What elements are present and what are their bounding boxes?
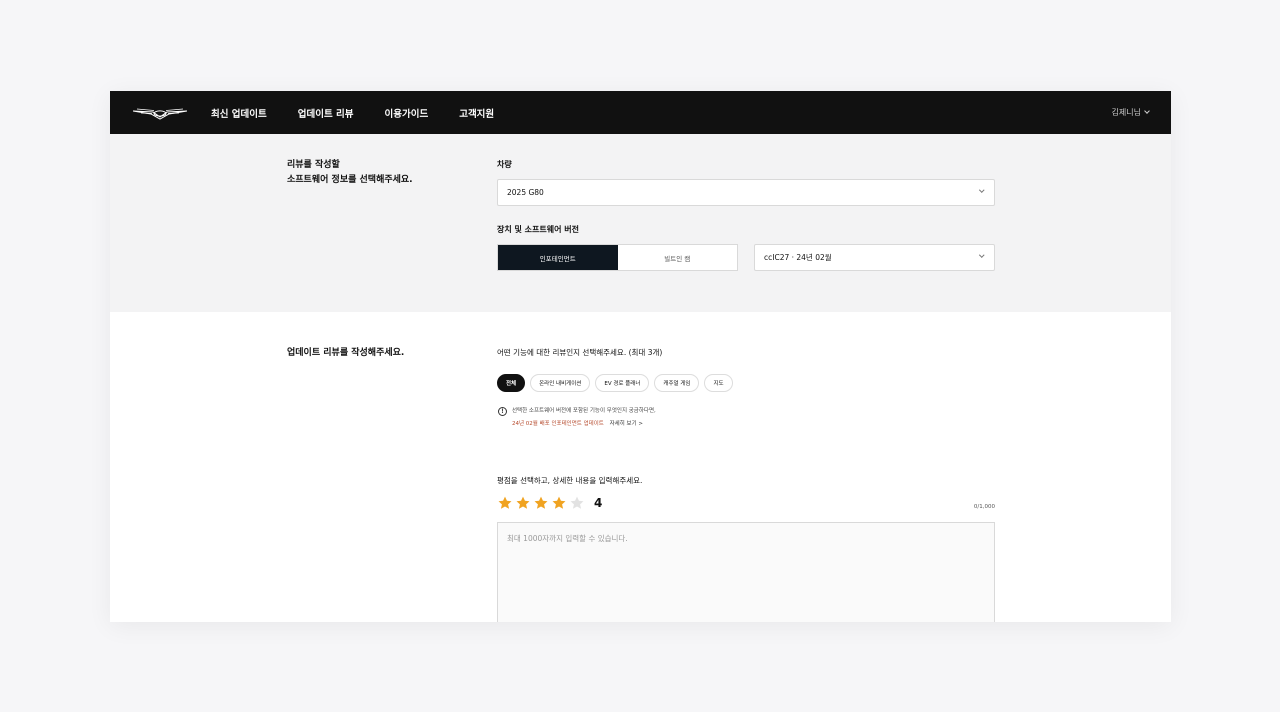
info-icon: ! xyxy=(498,407,507,416)
nav-item-user-guide[interactable]: 이용가이드 xyxy=(385,106,429,120)
software-version-value: ccIC27 · 24년 02월 xyxy=(764,253,832,262)
feature-chip-group: 전체 온라인 내비게이션 EV 경로 플래너 캐주얼 게임 지도 xyxy=(497,374,733,392)
user-menu[interactable]: 김제니님 xyxy=(1111,91,1150,134)
chip-online-navigation[interactable]: 온라인 내비게이션 xyxy=(530,374,591,392)
genesis-logo-icon[interactable] xyxy=(133,106,187,120)
software-section-title: 리뷰를 작성할 소프트웨어 정보를 선택해주세요. xyxy=(287,160,413,185)
chevron-down-icon xyxy=(978,187,984,193)
device-label: 장치 및 소프트웨어 버전 xyxy=(497,225,579,234)
nav-item-update-reviews[interactable]: 업데이트 리뷰 xyxy=(298,106,354,120)
info-text: 선택한 소프트웨어 버전에 포함된 기능이 무엇인지 궁금하다면, xyxy=(512,408,656,414)
star-icon[interactable] xyxy=(569,495,585,511)
nav-item-latest-updates[interactable]: 최신 업데이트 xyxy=(211,106,267,120)
star-icon[interactable] xyxy=(515,495,531,511)
view-details-link[interactable]: 자세히 보기 > xyxy=(610,421,643,427)
chip-casual-game[interactable]: 캐주얼 게임 xyxy=(654,374,700,392)
chevron-down-icon xyxy=(978,252,984,258)
top-nav: 최신 업데이트 업데이트 리뷰 이용가이드 고객지원 김제니님 xyxy=(110,91,1171,134)
rating-prompt: 평점을 선택하고, 상세한 내용을 입력해주세요. xyxy=(497,476,643,485)
nav-item-support[interactable]: 고객지원 xyxy=(459,106,494,120)
feature-info-notice: ! 선택한 소프트웨어 버전에 포함된 기능이 무엇인지 궁금하다면, 24년 … xyxy=(498,405,656,431)
review-textarea[interactable]: 최대 1000자까지 입력할 수 있습니다. xyxy=(497,522,995,622)
vehicle-select[interactable]: 2025 G80 xyxy=(497,179,995,206)
star-icon[interactable] xyxy=(497,495,513,511)
app-frame: 최신 업데이트 업데이트 리뷰 이용가이드 고객지원 김제니님 리뷰를 작성할 … xyxy=(110,91,1171,622)
device-option-infotainment[interactable]: 인포테인먼트 xyxy=(498,245,618,270)
chip-ev-route-planner[interactable]: EV 경로 플래너 xyxy=(595,374,650,392)
chevron-down-icon xyxy=(1144,108,1150,114)
rating-value: 4 xyxy=(594,496,603,510)
release-link[interactable]: 24년 02월 배포 인포테인먼트 업데이트 xyxy=(512,421,604,427)
review-section: 업데이트 리뷰를 작성해주세요. 어떤 기능에 대한 리뷰인지 선택해주세요. … xyxy=(110,312,1171,622)
software-version-select[interactable]: ccIC27 · 24년 02월 xyxy=(754,244,995,271)
chip-map[interactable]: 지도 xyxy=(704,374,733,392)
star-icon[interactable] xyxy=(533,495,549,511)
review-placeholder: 최대 1000자까지 입력할 수 있습니다. xyxy=(507,534,628,543)
device-segmented-control: 인포테인먼트 빌트인 캠 xyxy=(497,244,738,271)
char-counter: 0/1,000 xyxy=(973,504,995,510)
chip-all[interactable]: 전체 xyxy=(497,374,526,392)
review-section-title: 업데이트 리뷰를 작성해주세요. xyxy=(287,348,405,358)
star-rating: 4 xyxy=(497,495,602,511)
software-select-section: 리뷰를 작성할 소프트웨어 정보를 선택해주세요. 차량 2025 G80 장치… xyxy=(110,134,1171,312)
vehicle-label: 차량 xyxy=(497,160,512,169)
feature-prompt: 어떤 기능에 대한 리뷰인지 선택해주세요. (최대 3개) xyxy=(497,348,663,357)
user-name: 김제니님 xyxy=(1111,108,1141,117)
vehicle-select-value: 2025 G80 xyxy=(507,188,544,197)
star-icon[interactable] xyxy=(551,495,567,511)
device-option-builtin-cam[interactable]: 빌트인 캠 xyxy=(618,245,738,270)
